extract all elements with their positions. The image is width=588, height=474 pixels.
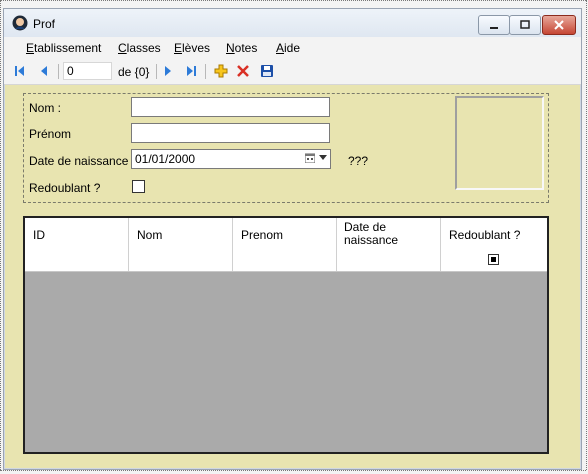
menu-classes[interactable]: Classes	[118, 41, 161, 55]
menu-etablissement-label: tablissement	[34, 41, 102, 55]
dotted-guide	[0, 470, 586, 471]
cell-nom[interactable]	[129, 250, 233, 271]
header-prenom-text: Prenom	[241, 228, 284, 242]
header-id-text: ID	[33, 228, 45, 242]
menu-etablissement[interactable]: Etablissement	[26, 41, 101, 55]
cell-id[interactable]	[25, 250, 129, 271]
navigator-toolbar: 0 de {0}	[4, 59, 581, 85]
last-record-button[interactable]	[183, 63, 199, 79]
prenom-label: Prénom	[29, 127, 72, 141]
toolbar-separator	[156, 64, 157, 79]
menu-classes-label: lasses	[126, 41, 161, 55]
grid-header-redoublant[interactable]: Redoublant ?	[441, 218, 547, 250]
redoublant-row-checkbox[interactable]	[488, 254, 499, 265]
delete-record-button[interactable]	[235, 63, 251, 79]
nom-input[interactable]	[131, 97, 330, 117]
app-icon	[12, 15, 28, 31]
calendar-icon	[305, 153, 315, 163]
menu-eleves[interactable]: Elèves	[174, 41, 210, 55]
cell-prenom[interactable]	[233, 250, 337, 271]
eleves-grid[interactable]: ID Nom Prenom Date de naissance Redoubla…	[23, 216, 549, 454]
dotted-guide	[0, 0, 586, 1]
first-icon	[15, 66, 24, 76]
dotted-guide	[586, 0, 587, 470]
menu-bar: Etablissement Classes Elèves Notes Aide	[4, 37, 581, 59]
toolbar-separator	[205, 64, 206, 79]
unknown-age-text: ???	[348, 154, 369, 168]
menu-notes[interactable]: Notes	[226, 41, 257, 55]
last-icon	[187, 66, 196, 76]
maximize-icon	[510, 16, 540, 34]
previous-icon	[41, 66, 47, 76]
minimize-button[interactable]	[478, 15, 510, 35]
next-record-button[interactable]	[160, 63, 176, 79]
position-input[interactable]: 0	[63, 62, 112, 80]
minimize-icon	[479, 16, 509, 34]
table-row[interactable]	[25, 250, 547, 272]
header-nom-text: Nom	[137, 228, 163, 242]
maximize-button[interactable]	[509, 15, 541, 35]
grid-header-id[interactable]: ID	[25, 218, 129, 250]
add-icon	[214, 64, 228, 78]
date-value: 01/01/2000	[135, 152, 196, 166]
close-icon	[543, 16, 575, 34]
next-icon	[165, 66, 171, 76]
dotted-guide	[0, 0, 1, 470]
grid-header-nom[interactable]: Nom	[129, 218, 233, 250]
chevron-down-icon[interactable]	[319, 155, 327, 160]
prof-window: Prof Etablissement Classes Elèves Notes …	[3, 8, 582, 470]
previous-record-button[interactable]	[36, 63, 52, 79]
window-title: Prof	[33, 17, 56, 31]
photo-box	[455, 96, 544, 190]
redoublant-checkbox[interactable]	[132, 180, 145, 193]
toolbar-separator	[58, 64, 59, 79]
grid-header: ID Nom Prenom Date de naissance Redoubla…	[25, 218, 547, 251]
nom-label: Nom :	[29, 101, 62, 115]
first-record-button[interactable]	[12, 63, 28, 79]
close-button[interactable]	[542, 15, 576, 35]
menu-aide-label: ide	[284, 41, 301, 55]
menu-notes-label: otes	[234, 41, 258, 55]
grid-header-prenom[interactable]: Prenom	[233, 218, 337, 250]
desktop-canvas: Prof Etablissement Classes Elèves Notes …	[0, 0, 588, 474]
delete-icon	[237, 65, 249, 77]
cell-redoublant[interactable]	[441, 250, 547, 271]
add-record-button[interactable]	[213, 63, 229, 79]
save-button[interactable]	[259, 63, 275, 79]
menu-aide[interactable]: Aide	[276, 41, 300, 55]
header-redoublant-text: Redoublant ?	[449, 228, 521, 242]
grid-header-date-naissance[interactable]: Date de naissance	[337, 218, 441, 250]
date-naissance-picker[interactable]: 01/01/2000	[131, 149, 331, 169]
date-de-naissance-label: Date de naissance	[29, 154, 129, 168]
menu-eleves-label: lèves	[182, 41, 211, 55]
prenom-input[interactable]	[131, 123, 330, 143]
save-icon	[261, 65, 273, 77]
header-date-text: Date de naissance	[344, 220, 399, 247]
redoublant-label: Redoublant ?	[29, 181, 101, 195]
title-bar: Prof	[4, 9, 581, 38]
record-count-label: de {0}	[118, 65, 150, 79]
cell-date[interactable]	[337, 250, 441, 271]
